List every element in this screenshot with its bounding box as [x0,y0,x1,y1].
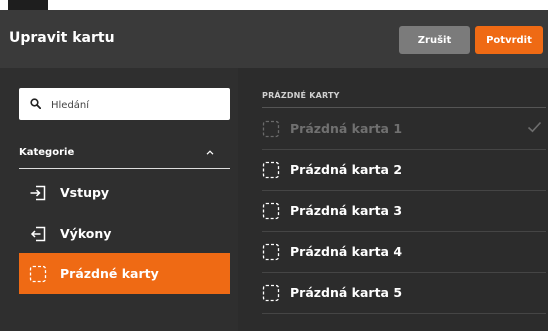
category-item-inputs[interactable]: Vstupy [19,172,230,213]
category-item-outputs[interactable]: Výkony [19,213,230,254]
card-item-label: Prázdná karta 2 [290,162,403,177]
dashed-card-icon [262,161,280,179]
card-item-label: Prázdná karta 4 [290,244,403,259]
search-icon [30,98,41,109]
dashed-card-icon [262,202,280,220]
category-item-label: Výkony [60,226,112,241]
confirm-button[interactable]: Potvrdit [475,26,543,54]
search-box[interactable] [19,88,230,122]
dashed-card-icon [262,284,280,302]
cancel-button[interactable]: Zrušit [399,26,470,54]
edit-card-dialog: Upravit kartu Zrušit Potvrdit Kategorie [0,10,548,331]
card-item-3[interactable]: Prázdná karta 3 [262,190,546,232]
category-header[interactable]: Kategorie [19,141,230,169]
input-icon [29,184,47,202]
category-heading: Kategorie [19,147,75,158]
cards-heading: PRÁZDNÉ KARTY [262,91,340,100]
card-item-4[interactable]: Prázdná karta 4 [262,231,546,273]
card-item-label: Prázdná karta 1 [290,121,403,136]
dialog-title: Upravit kartu [9,30,115,46]
dashed-card-icon [262,243,280,261]
output-icon [29,225,47,243]
checkmark-icon [527,121,542,133]
dashed-card-icon [262,120,280,138]
category-item-label: Prázdné karty [60,266,159,281]
chevron-up-icon[interactable] [206,150,214,155]
search-input[interactable] [49,88,223,122]
category-item-label: Vstupy [60,185,110,200]
card-item-5[interactable]: Prázdná karta 5 [262,272,546,314]
top-strip [0,0,548,10]
dashed-card-icon [29,265,47,283]
category-item-empty-cards[interactable]: Prázdné karty [19,253,230,294]
dialog-header: Upravit kartu Zrušit Potvrdit [0,10,548,68]
card-item-label: Prázdná karta 3 [290,203,403,218]
category-panel: Kategorie Vstupy [0,68,238,331]
top-tab [8,0,48,10]
card-item-label: Prázdná karta 5 [290,285,403,300]
card-item-1[interactable]: Prázdná karta 1 [262,108,546,150]
card-item-2[interactable]: Prázdná karta 2 [262,149,546,191]
